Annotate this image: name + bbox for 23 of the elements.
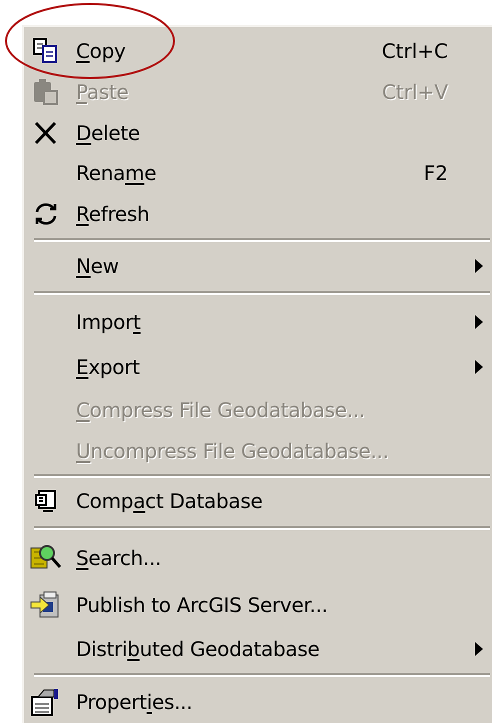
menu-item[interactable]: Export — [24, 344, 492, 390]
shortcut-text: Ctrl+C — [382, 39, 448, 64]
submenu-arrow-icon — [474, 640, 484, 656]
menu-item[interactable]: Import — [24, 299, 492, 345]
refresh-icon — [33, 200, 59, 227]
menu-item[interactable]: Properties... — [24, 680, 492, 723]
shortcut-text: F2 — [424, 161, 448, 186]
menu-item[interactable]: New — [24, 244, 492, 288]
menu-item[interactable]: Search... — [24, 533, 492, 582]
shortcut-text: Ctrl+V — [382, 80, 448, 104]
menu-item[interactable]: Compact Database — [24, 481, 492, 522]
menu-item[interactable]: Delete — [24, 112, 492, 153]
clipboard-icon — [32, 78, 60, 106]
menu-item[interactable]: Rename F2 — [24, 152, 492, 194]
submenu-arrow-icon — [474, 359, 484, 376]
submenu-arrow-icon — [474, 314, 484, 330]
menu-item[interactable]: Distributed Geodatabase — [24, 628, 492, 669]
menu-item[interactable]: Refresh — [24, 194, 492, 234]
menu-item[interactable]: Copy Ctrl+C — [24, 31, 492, 72]
copy-icon — [32, 37, 60, 66]
menu-item[interactable]: Publish to ArcGIS Server... — [24, 582, 492, 628]
x-icon — [33, 120, 59, 146]
submenu-arrow-icon — [474, 258, 484, 274]
